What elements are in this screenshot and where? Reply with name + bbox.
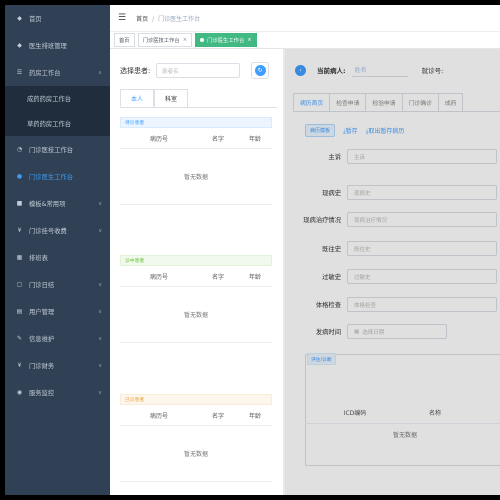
sidebar-item-info-maint[interactable]: ✎ 信息维护 ∨ [5,325,110,352]
sidebar-item-label: 门诊医技工作台 [29,147,74,154]
sidebar-item-label: 服务监控 [29,390,55,397]
col-record-no: 病历号 [149,273,168,281]
sidebar-item-finance[interactable]: ¥ 门诊财务 ∨ [5,352,110,379]
clinic-icon: ◔ [16,146,23,153]
sidebar-subitem-herbal-pharmacy[interactable]: 草药药房工作台 [5,111,110,136]
dashboard-icon: ◆ [17,15,22,22]
patient-search-input[interactable]: 患者名 [156,63,240,78]
chevron-down-icon: ∨ [98,308,102,315]
breadcrumb-home[interactable]: 首页 [136,16,148,23]
table-header: 病历号 名字 年龄 [120,405,272,426]
tags-view: 首页 门诊医技工作台 × 门诊医生工作台 × [110,32,500,49]
sidebar-item-label: 门诊医生工作台 [29,174,74,181]
patient-list-panel: 选择患者: 患者名 ↻ 本人 科室 待诊患者 病历号 名字 年龄 暂无数据 诊中… [110,49,283,495]
sidebar-item-label: 用户管理 [29,309,55,316]
tag-doctor-workbench[interactable]: 门诊医生工作台 × [195,33,257,47]
edit-icon: ✎ [16,335,23,342]
sidebar-item-shift-table[interactable]: ▦ 排班表 [5,244,110,271]
empty-text: 暂无数据 [120,426,272,482]
patient-scope-tabs: 本人 科室 [120,89,277,108]
sidebar-item-label: 首页 [29,16,42,23]
template-icon: ■ [16,200,23,207]
col-name: 名字 [211,412,224,420]
select-patient-label: 选择患者: [120,66,151,75]
waiting-patients-section: 待诊患者 病历号 名字 年龄 暂无数据 [120,117,272,205]
col-record-no: 病历号 [149,412,168,420]
waiting-patients-tag: 待诊患者 [120,117,272,128]
patient-select-row: 选择患者: 患者名 [120,63,240,78]
col-age: 年龄 [248,273,261,281]
refresh-icon: ↻ [254,65,266,76]
doctor-icon: ● [16,173,23,180]
sidebar-item-templates[interactable]: ■ 模板&常用项 ∨ [5,190,110,217]
pharmacy-icon: ☰ [16,69,23,76]
user-icon: ▤ [16,308,23,315]
col-record-no: 病历号 [149,135,168,143]
breadcrumb: 首页 / 门诊医生工作台 [136,14,200,23]
chevron-down-icon: ∨ [98,389,102,396]
refresh-button[interactable]: ↻ [251,62,269,79]
sidebar-item-label: 门诊挂号收费 [29,228,67,235]
breadcrumb-separator: / [152,15,155,23]
table-header: 病历号 名字 年龄 [120,266,272,287]
schedule-icon: ◆ [17,42,22,49]
loading-overlay [285,49,500,495]
calendar-icon: ▦ [16,254,23,261]
chevron-down-icon: ∨ [98,227,102,234]
sidebar-item-schedule-mgmt[interactable]: ◆ 医生排班管理 [5,32,110,59]
tab-department[interactable]: 科室 [154,89,188,107]
table-header: 病历号 名字 年龄 [120,128,272,149]
tag-label: 门诊医技工作台 [142,38,180,44]
col-age: 年龄 [248,135,261,143]
sidebar-item-label: 门诊财务 [29,363,55,370]
in-progress-patients-section: 诊中患者 病历号 名字 年龄 暂无数据 [120,255,272,343]
monitor-icon: ◉ [16,389,23,396]
finished-patients-tag: 已诊患者 [120,394,272,405]
empty-text: 暂无数据 [120,149,272,205]
tab-self[interactable]: 本人 [120,89,154,107]
sidebar: ◆ 首页 ◆ 医生排班管理 ☰ 药房工作台 ∧ 成药药房工作台 草药药房工作台 … [5,5,110,495]
yen-icon: ¥ [17,227,22,234]
col-name: 名字 [211,135,224,143]
finished-patients-section: 已诊患者 病历号 名字 年龄 暂无数据 [120,394,272,482]
chevron-down-icon: ∨ [98,335,102,342]
sidebar-item-label: 排班表 [29,255,48,262]
tag-clinic-tech[interactable]: 门诊医技工作台 × [137,33,193,47]
chevron-down-icon: ∨ [98,281,102,288]
empty-text: 暂无数据 [120,287,272,343]
tag-home[interactable]: 首页 [114,33,135,47]
breadcrumb-current: 门诊医生工作台 [158,15,201,23]
app-frame: ◆ 首页 ◆ 医生排班管理 ☰ 药房工作台 ∧ 成药药房工作台 草药药房工作台 … [5,5,500,495]
active-dot-icon [200,38,205,42]
sidebar-item-clinic-tech[interactable]: ◔ 门诊医技工作台 [5,136,110,163]
sidebar-item-label: 医生排班管理 [29,43,67,50]
col-name: 名字 [211,273,224,281]
sidebar-item-home[interactable]: ◆ 首页 [5,5,110,32]
tag-label: 首页 [119,38,130,44]
sidebar-item-label: 药房工作台 [29,70,61,77]
tag-label: 门诊医生工作台 [207,38,245,44]
sidebar-item-label: 信息维护 [29,336,55,343]
in-progress-patients-tag: 诊中患者 [120,255,272,266]
close-icon[interactable]: × [183,37,187,43]
chevron-down-icon: ∨ [98,362,102,369]
sidebar-item-doctor-workbench[interactable]: ● 门诊医生工作台 [5,163,110,190]
chevron-down-icon: ∨ [98,200,102,207]
medical-record-panel: ‹ 当前病人: 姓名 就诊号: 病历首页 检查申请 检验申请 门诊确诊 成药 病… [285,49,500,495]
daily-settle-icon: ▢ [16,281,23,288]
sidebar-item-pharmacy[interactable]: ☰ 药房工作台 ∧ [5,59,110,86]
chevron-up-icon: ∧ [98,69,102,76]
sidebar-item-monitor[interactable]: ◉ 服务监控 ∨ [5,379,110,406]
sidebar-item-label: 门诊日结 [29,282,55,289]
finance-icon: ¥ [17,362,22,369]
close-icon[interactable]: × [247,37,251,43]
top-navbar: ☰ 首页 / 门诊医生工作台 [110,5,500,32]
sidebar-item-registration-fee[interactable]: ¥ 门诊挂号收费 ∨ [5,217,110,244]
col-age: 年龄 [248,412,261,420]
hamburger-icon[interactable]: ☰ [118,13,126,23]
sidebar-item-user-mgmt[interactable]: ▤ 用户管理 ∨ [5,298,110,325]
sidebar-item-label: 模板&常用项 [29,201,66,208]
sidebar-item-daily-settle[interactable]: ▢ 门诊日结 ∨ [5,271,110,298]
sidebar-subitem-western-pharmacy[interactable]: 成药药房工作台 [5,86,110,111]
